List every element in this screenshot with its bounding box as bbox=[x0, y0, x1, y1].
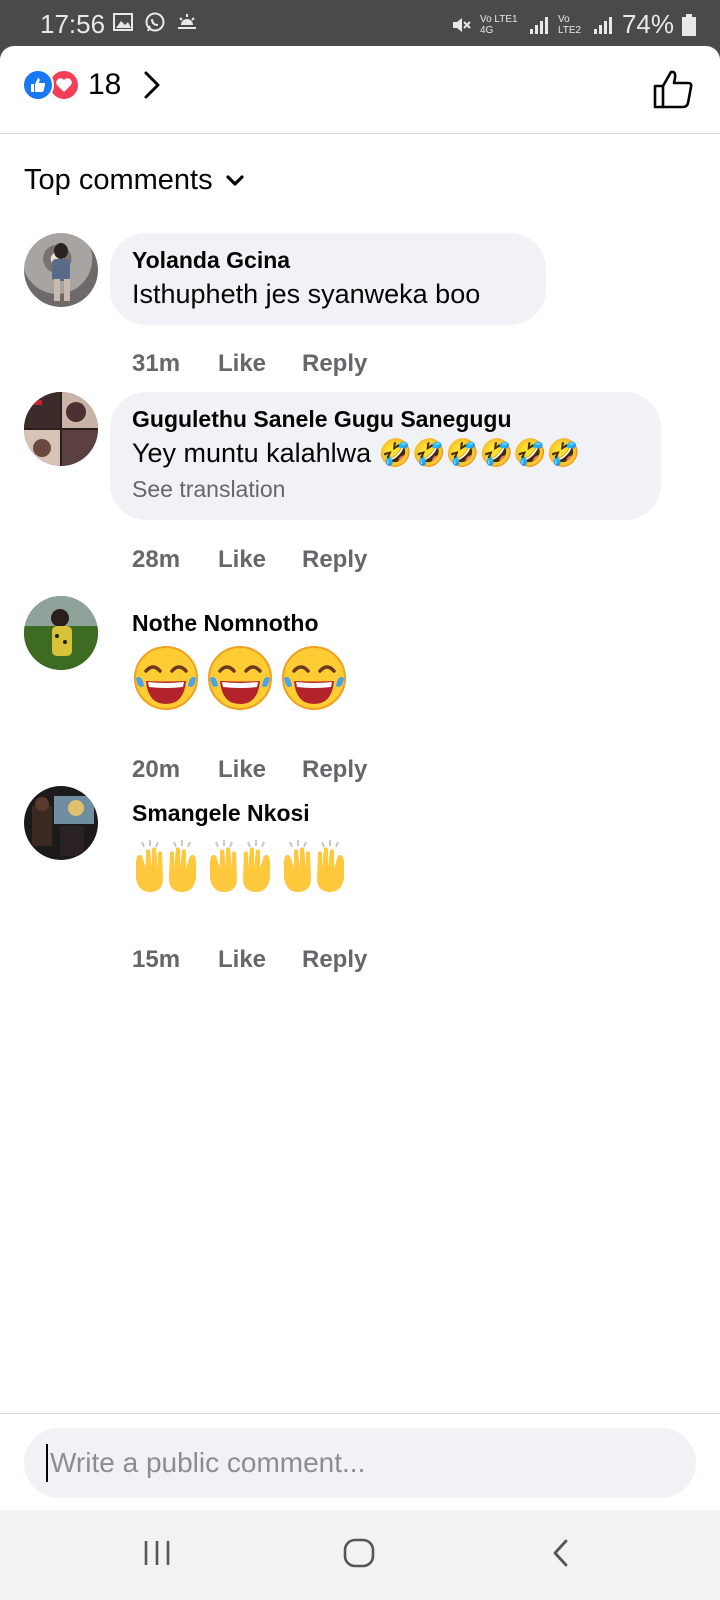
avatar[interactable] bbox=[24, 233, 98, 307]
reactions-summary-button[interactable]: 18 bbox=[22, 68, 161, 102]
comments-sheet: 18 Top comments Yolanda Gcina Isthupheth… bbox=[0, 46, 720, 1600]
mute-icon bbox=[452, 17, 471, 32]
comment-bubble[interactable]: Gugulethu Sanele Gugu Sanegugu Yey muntu… bbox=[110, 392, 661, 520]
comment-actions: 15m Like Reply bbox=[132, 946, 367, 974]
comment-author[interactable]: Nothe Nomnotho bbox=[132, 608, 348, 638]
status-right-group: Vo LTE1 4G Vo LTE2 74% bbox=[450, 9, 696, 40]
comment-author[interactable]: Gugulethu Sanele Gugu Sanegugu bbox=[132, 404, 639, 434]
signal-1-icon bbox=[529, 16, 548, 34]
comment-text: Isthupheth jes syanweka boo bbox=[132, 279, 481, 309]
comment-actions: 28m Like Reply bbox=[132, 546, 367, 574]
comment-author[interactable]: Smangele Nkosi bbox=[132, 798, 348, 828]
text-cursor bbox=[46, 1444, 48, 1482]
comment-time: 15m bbox=[132, 946, 181, 973]
chevron-down-icon bbox=[225, 174, 244, 186]
like-comment-button[interactable]: Like bbox=[218, 756, 302, 784]
avatar-photo-icon bbox=[24, 596, 98, 670]
comment-actions: 20m Like Reply bbox=[132, 756, 367, 784]
comment-time: 20m bbox=[132, 756, 181, 783]
like-reaction-icon bbox=[22, 69, 54, 101]
signal-2-icon bbox=[593, 16, 612, 34]
comment-time: 31m bbox=[132, 350, 181, 377]
reply-comment-button[interactable]: Reply bbox=[302, 946, 367, 974]
reply-comment-button[interactable]: Reply bbox=[302, 546, 367, 574]
weather-icon bbox=[178, 14, 196, 29]
reply-comment-button[interactable]: Reply bbox=[302, 756, 367, 784]
raising-hands-emoji-icon bbox=[284, 840, 344, 892]
battery-icon bbox=[682, 13, 696, 36]
tears-of-joy-emoji-icon bbox=[208, 646, 272, 710]
tears-of-joy-emoji-icon bbox=[282, 646, 346, 710]
avatar[interactable] bbox=[24, 596, 98, 670]
back-icon[interactable] bbox=[550, 1538, 572, 1568]
raising-hands-emoji-icon bbox=[136, 840, 196, 892]
reactions-header: 18 bbox=[0, 46, 720, 134]
raising-hands-emoji-icon bbox=[210, 840, 270, 892]
comment-time: 28m bbox=[132, 546, 181, 573]
avatar-collage-icon bbox=[24, 392, 98, 466]
comment-author[interactable]: Yolanda Gcina bbox=[132, 245, 524, 275]
comment-content: Nothe Nomnotho bbox=[132, 608, 348, 712]
avatar[interactable] bbox=[24, 786, 98, 860]
comment-text: Yey muntu kalahlwa 🤣🤣🤣🤣🤣🤣 bbox=[132, 438, 581, 468]
thumbs-up-icon[interactable] bbox=[652, 68, 694, 110]
status-time: 17:56 bbox=[40, 9, 106, 39]
avatar[interactable] bbox=[24, 392, 98, 466]
comment-input[interactable]: Write a public comment... bbox=[24, 1428, 696, 1498]
comment-bubble[interactable]: Yolanda Gcina Isthupheth jes syanweka bo… bbox=[110, 233, 546, 325]
reply-comment-button[interactable]: Reply bbox=[302, 350, 367, 378]
battery-percent: 74% bbox=[621, 9, 674, 39]
like-comment-button[interactable]: Like bbox=[218, 546, 302, 574]
system-navigation-bar bbox=[0, 1510, 720, 1600]
comment-actions: 31m Like Reply bbox=[132, 350, 367, 378]
see-translation-link[interactable]: See translation bbox=[132, 474, 639, 504]
reaction-count: 18 bbox=[88, 68, 122, 101]
like-comment-button[interactable]: Like bbox=[218, 350, 302, 378]
network-1-label: Vo LTE1 4G bbox=[479, 13, 518, 36]
comment-composer-bar: Write a public comment... bbox=[0, 1413, 720, 1510]
like-comment-button[interactable]: Like bbox=[218, 946, 302, 974]
chevron-right-icon bbox=[144, 71, 160, 99]
comment-content: Smangele Nkosi bbox=[132, 798, 348, 896]
comment-emoji bbox=[132, 838, 348, 896]
tears-of-joy-emoji-icon bbox=[134, 646, 198, 710]
avatar-photo-icon bbox=[32, 796, 94, 856]
gallery-icon bbox=[113, 13, 133, 31]
whatsapp-icon bbox=[145, 12, 165, 32]
comment-input-placeholder: Write a public comment... bbox=[50, 1447, 366, 1478]
recent-apps-icon[interactable] bbox=[142, 1538, 172, 1568]
avatar-photo-icon bbox=[52, 243, 70, 301]
status-notification-icons bbox=[112, 11, 198, 33]
network-2-label: Vo LTE2 bbox=[557, 13, 582, 36]
sort-label: Top comments bbox=[24, 164, 213, 196]
home-icon[interactable] bbox=[343, 1538, 375, 1568]
sort-comments-dropdown[interactable]: Top comments bbox=[24, 164, 245, 197]
comment-emoji bbox=[132, 644, 348, 712]
status-bar: 17:56 Vo LTE1 4G Vo LTE2 74% bbox=[0, 0, 720, 46]
